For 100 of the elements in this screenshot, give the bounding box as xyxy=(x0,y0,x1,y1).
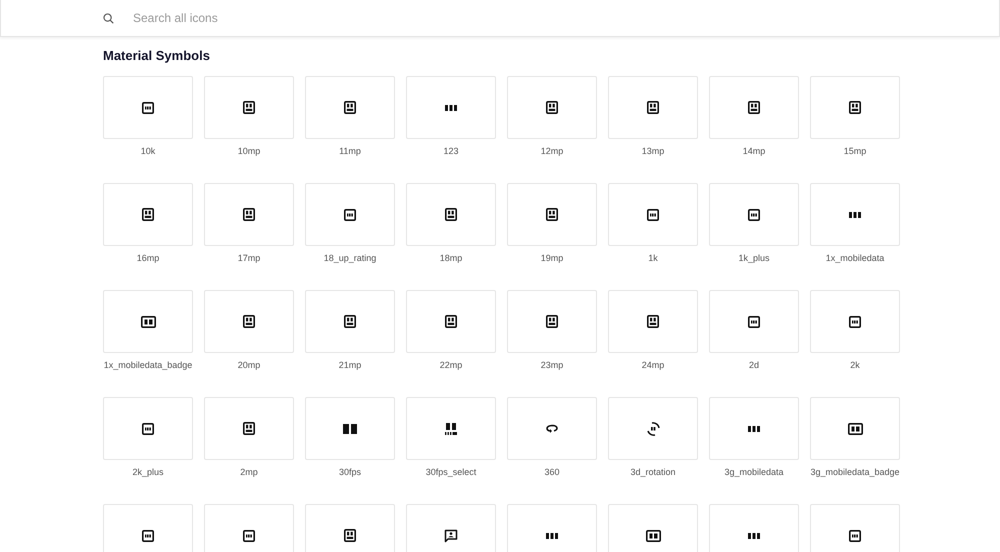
framed-grid-icon xyxy=(647,315,659,328)
icon-name: 2mp xyxy=(239,467,259,479)
bars-icon xyxy=(546,532,558,538)
framed-square-icon xyxy=(142,422,154,434)
icon-name: 17mp xyxy=(236,253,262,265)
framed-grid-icon xyxy=(243,208,255,221)
framed-grid-icon xyxy=(647,101,659,114)
icon-name: 18mp xyxy=(438,253,464,265)
icon-name: 123 xyxy=(442,146,460,158)
icon-name: 3g_mobiledata_badge xyxy=(810,467,900,479)
icon-name: 19mp xyxy=(540,253,564,265)
icon-tile[interactable] xyxy=(305,183,395,246)
icon-tile[interactable] xyxy=(608,504,698,552)
framed-grid-icon xyxy=(344,101,356,114)
icon-name: 14mp xyxy=(742,146,766,158)
icon-name: 20mp xyxy=(236,360,262,372)
dotted-bars-icon xyxy=(445,422,457,434)
icon-name: 2k_plus xyxy=(131,467,165,479)
icon-tile[interactable] xyxy=(810,504,900,552)
icon-tile[interactable] xyxy=(507,397,597,460)
framed-square-icon xyxy=(142,530,154,542)
icon-tile[interactable] xyxy=(103,290,193,353)
icon-tile[interactable] xyxy=(305,290,395,353)
framed-grid-icon xyxy=(243,422,255,435)
icon-tile[interactable] xyxy=(406,397,496,460)
search-icon xyxy=(103,12,114,24)
icon-name: 24mp xyxy=(640,360,666,372)
icon-tile[interactable] xyxy=(810,397,900,460)
framed-square-icon xyxy=(849,316,861,328)
bars-icon xyxy=(849,212,861,218)
framed-grid-icon xyxy=(344,315,356,328)
icon-name: 23mp xyxy=(540,360,564,372)
framed-grid-icon xyxy=(445,208,457,221)
icon-tile[interactable] xyxy=(608,397,698,460)
icon-tile[interactable] xyxy=(709,183,799,246)
framed-square-icon xyxy=(748,208,760,220)
icon-tile[interactable] xyxy=(709,504,799,552)
framed-grid-icon xyxy=(243,315,255,328)
icon-tile[interactable] xyxy=(204,504,294,552)
framed-grid-icon xyxy=(546,208,558,221)
icon-name: 1x_mobiledata_badge xyxy=(103,360,193,372)
icon-tile[interactable] xyxy=(103,76,193,139)
bars-icon xyxy=(445,104,457,110)
icon-tile[interactable] xyxy=(709,76,799,139)
framed-grid-icon xyxy=(546,315,558,328)
icon-name: 16mp xyxy=(136,253,160,265)
icon-tile[interactable] xyxy=(810,76,900,139)
icon-tile[interactable] xyxy=(103,504,193,552)
icon-name: 10k xyxy=(140,146,156,158)
thick-bars-icon xyxy=(343,424,357,434)
icon-name: 21mp xyxy=(338,360,362,372)
icon-tile[interactable] xyxy=(608,290,698,353)
framed-grid-icon xyxy=(344,529,356,542)
framed-grid-icon xyxy=(849,101,861,114)
icon-tile[interactable] xyxy=(507,183,597,246)
icon-tile[interactable] xyxy=(204,397,294,460)
bars-icon xyxy=(748,426,760,432)
icon-name: 3d_rotation xyxy=(629,467,677,479)
icon-name: 22mp xyxy=(438,360,464,372)
icon-tile[interactable] xyxy=(305,397,395,460)
icon-tile[interactable] xyxy=(103,397,193,460)
framed-square-icon xyxy=(647,208,659,220)
icon-tile[interactable] xyxy=(305,504,395,552)
framed-square-icon xyxy=(344,208,356,220)
framed-rectangle-icon xyxy=(848,422,862,434)
bars-icon xyxy=(748,532,760,538)
icon-tile[interactable] xyxy=(709,290,799,353)
icon-tile[interactable] xyxy=(507,504,597,552)
chat-person-icon xyxy=(444,528,458,542)
icon-name: 15mp xyxy=(842,146,868,158)
icon-name: 13mp xyxy=(640,146,666,158)
icon-tile[interactable] xyxy=(507,290,597,353)
icon-tile[interactable] xyxy=(608,183,698,246)
icon-tile[interactable] xyxy=(406,504,496,552)
icon-tile[interactable] xyxy=(406,290,496,353)
icon-tile[interactable] xyxy=(406,183,496,246)
icon-tile[interactable] xyxy=(305,76,395,139)
icon-tile[interactable] xyxy=(103,183,193,246)
icon-tile[interactable] xyxy=(810,183,900,246)
framed-square-icon xyxy=(243,530,255,542)
icon-name: 1k_plus xyxy=(737,253,771,265)
icon-name: 360 xyxy=(543,467,561,479)
icon-tile[interactable] xyxy=(204,76,294,139)
framed-grid-icon xyxy=(142,208,154,221)
icon-tile[interactable] xyxy=(608,76,698,139)
icon-tile[interactable] xyxy=(204,183,294,246)
icon-name: 12mp xyxy=(540,146,564,158)
search-field[interactable]: Search all icons xyxy=(133,9,433,27)
icon-tile[interactable] xyxy=(709,397,799,460)
framed-grid-icon xyxy=(748,101,760,114)
icon-tile[interactable] xyxy=(204,290,294,353)
icon-name: 3g_mobiledata xyxy=(723,467,785,479)
icon-name: 2d xyxy=(748,360,760,372)
icon-tile[interactable] xyxy=(406,76,496,139)
framed-grid-icon xyxy=(445,315,457,328)
framed-rectangle-icon xyxy=(646,530,660,542)
framed-rectangle-icon xyxy=(140,316,156,328)
icon-tile[interactable] xyxy=(507,76,597,139)
icon-tile[interactable] xyxy=(810,290,900,353)
icon-name: 10mp xyxy=(236,146,262,158)
